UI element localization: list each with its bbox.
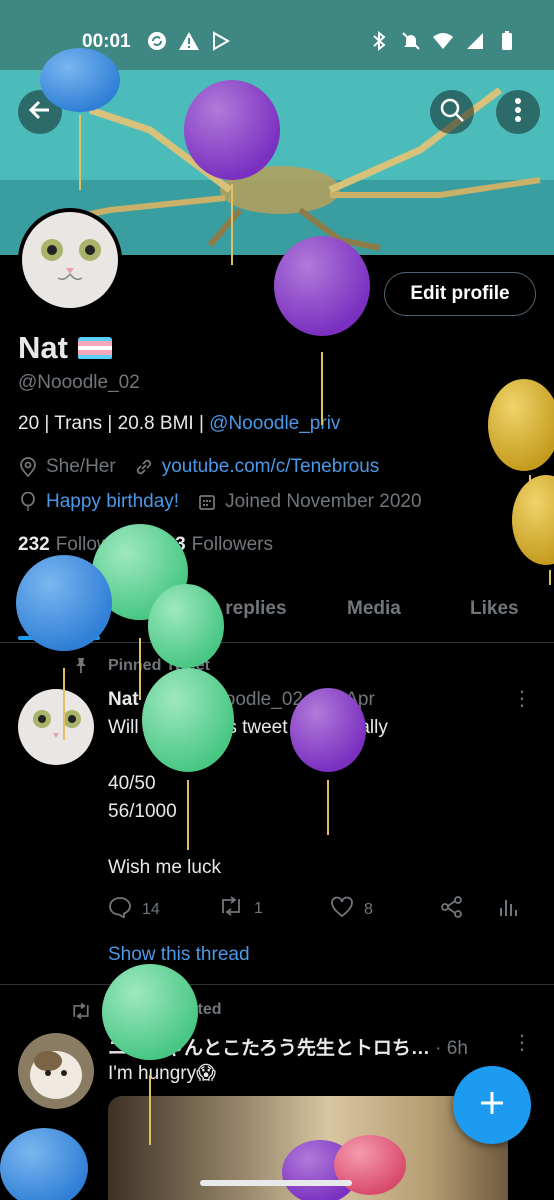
- retweet-header: ニコちゃんとこたろう先生とトロち… · 6h: [108, 1033, 488, 1060]
- balloon-purple: [274, 236, 370, 425]
- reply-count: 14: [142, 900, 160, 918]
- profile-tabs: Tweets Tweets & replies Media Likes: [0, 590, 554, 643]
- following-count: 232: [18, 534, 50, 555]
- analytics-button[interactable]: [498, 896, 518, 923]
- calendar-icon: [197, 492, 217, 512]
- play-store-icon: [210, 30, 232, 52]
- status-notification-icons: [146, 30, 232, 52]
- signal-icon: [464, 30, 486, 52]
- wifi-icon: [432, 30, 454, 52]
- tweet-author-name[interactable]: Nat: [108, 689, 139, 710]
- website-link[interactable]: youtube.com/c/Tenebrous: [162, 456, 380, 478]
- bio-text: 20 | Trans | 20.8 BMI |: [18, 413, 210, 434]
- share-button[interactable]: [440, 896, 464, 923]
- more-vertical-icon: [514, 97, 522, 128]
- tweet-divider: [0, 984, 554, 985]
- birthday-joined-row: Happy birthday! Joined November 2020: [18, 491, 422, 513]
- birthday-link[interactable]: Happy birthday!: [46, 491, 179, 513]
- pinned-tweet-label: Pinned Tweet: [108, 657, 210, 674]
- tab-tweets-replies[interactable]: Tweets & replies: [138, 598, 287, 620]
- retweet-author-name[interactable]: ニコちゃんとこたろう先生とトロち…: [108, 1038, 430, 1059]
- active-tab-indicator: [18, 636, 100, 640]
- cat-avatar-image: [22, 212, 118, 308]
- retweet-more-button[interactable]: ⋮: [512, 1030, 532, 1055]
- status-time: 00:01: [82, 31, 131, 52]
- balloon-icon: [18, 492, 38, 512]
- edit-profile-button[interactable]: Edit profile: [384, 272, 536, 316]
- plus-icon: [477, 1088, 507, 1123]
- status-system-icons: [368, 30, 518, 52]
- sync-icon: [146, 30, 168, 52]
- tab-media[interactable]: Media: [347, 598, 401, 620]
- retweet-time: · 6h: [435, 1038, 468, 1059]
- retweet-icon: [218, 896, 244, 921]
- pronouns: She/Her: [46, 456, 116, 477]
- profile-name-row: Nat: [18, 330, 112, 366]
- profile-bio: 20 | Trans | 20.8 BMI | @Nooodle_priv: [18, 413, 340, 435]
- tweet-author-handle: @Nooodle_02: [181, 689, 303, 710]
- pin-icon: [72, 656, 90, 679]
- retweet-text: I'm hungry😱: [108, 1063, 216, 1084]
- search-icon: [439, 97, 465, 128]
- tweet-author-avatar[interactable]: [18, 689, 94, 765]
- balloon-blue: [0, 1128, 88, 1200]
- compose-tweet-button[interactable]: [453, 1066, 531, 1144]
- retweet-count: 1: [254, 899, 263, 917]
- status-bar: 00:01: [0, 0, 554, 70]
- back-button[interactable]: [18, 90, 62, 134]
- profile-avatar[interactable]: [18, 208, 122, 312]
- reply-button[interactable]: 14: [108, 896, 160, 923]
- retweet-author-avatar[interactable]: [18, 1033, 94, 1109]
- joined-date: Joined November 2020: [225, 491, 422, 512]
- tweet-time: · 21 Apr: [308, 689, 375, 710]
- followers-link[interactable]: 303 Followers: [154, 534, 273, 556]
- profile-name: Nat: [18, 330, 68, 365]
- retweet-button[interactable]: 1: [218, 896, 263, 921]
- bio-mention-link[interactable]: @Nooodle_priv: [209, 413, 340, 434]
- location-icon: [18, 457, 38, 477]
- tweet-more-button[interactable]: ⋮: [512, 686, 532, 711]
- followers-count: 303: [153, 534, 186, 555]
- reply-icon: [108, 896, 132, 923]
- balloon-gold: [512, 475, 554, 585]
- bluetooth-icon: [368, 30, 390, 52]
- heart-icon: [330, 896, 354, 923]
- warning-icon: [178, 30, 200, 52]
- search-button[interactable]: [430, 90, 474, 134]
- following-link[interactable]: 232 Following: [18, 534, 136, 556]
- profile-handle: @Nooodle_02: [18, 372, 140, 393]
- tab-likes[interactable]: Likes: [470, 598, 519, 620]
- show-thread-link[interactable]: Show this thread: [108, 944, 250, 966]
- trans-flag-icon: [77, 336, 112, 360]
- tweet-text: Will update this tweet periodically 40/5…: [108, 717, 388, 878]
- analytics-icon: [498, 896, 518, 923]
- following-label: Following: [55, 534, 136, 555]
- gesture-home-bar[interactable]: [200, 1180, 352, 1186]
- battery-icon: [496, 30, 518, 52]
- retweet-icon: [70, 1002, 92, 1025]
- tweet-actions: 14 1 8: [108, 896, 528, 924]
- link-icon: [134, 457, 154, 477]
- share-icon: [440, 896, 464, 923]
- arrow-left-icon: [27, 97, 53, 128]
- balloon-gold: [488, 379, 554, 545]
- like-button[interactable]: 8: [330, 896, 373, 923]
- more-options-button[interactable]: [496, 90, 540, 134]
- follow-stats: 232 Following 303 Followers: [18, 534, 273, 556]
- followers-label: Followers: [191, 534, 273, 555]
- you-retweeted-label: You Retweeted: [108, 1001, 222, 1018]
- like-count: 8: [364, 900, 373, 918]
- mute-bell-icon: [400, 30, 422, 52]
- tab-tweets[interactable]: Tweets: [24, 598, 87, 620]
- pronouns-website-row: She/Her youtube.com/c/Tenebrous: [18, 456, 379, 478]
